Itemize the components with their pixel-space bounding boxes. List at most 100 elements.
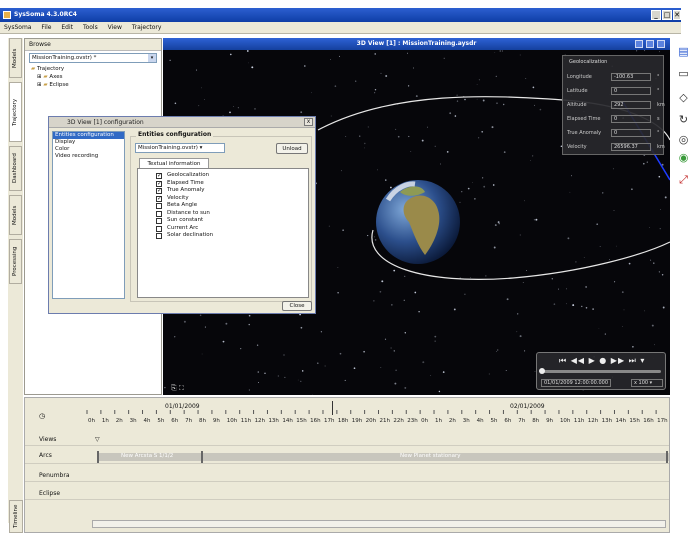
chevron-down-icon[interactable]: ▾ xyxy=(148,54,156,62)
check-velocity[interactable]: ✓ Velocity xyxy=(138,195,308,203)
tree-item[interactable]: ▰ Trajectory xyxy=(31,65,161,73)
hour-label: 8h xyxy=(532,418,539,424)
tab-processing[interactable]: Processing xyxy=(9,239,22,284)
star xyxy=(248,314,251,317)
tab-trajectory[interactable]: Trajectory xyxy=(9,82,22,142)
views-marker[interactable]: ▽ xyxy=(95,434,100,446)
menu-edit[interactable]: Edit xyxy=(57,22,77,34)
globe-icon[interactable]: ◉ xyxy=(676,150,691,165)
speed-select[interactable]: x 100 ▾ xyxy=(631,379,663,387)
menu-view[interactable]: View xyxy=(104,22,126,34)
checkbox[interactable]: ✓ xyxy=(156,188,162,194)
checkbox[interactable] xyxy=(156,225,162,232)
star xyxy=(379,290,382,293)
checkbox[interactable]: ✓ xyxy=(156,180,162,187)
playback-buttons[interactable]: ⏮ ◀◀ ▶ ● ▶▶ ⏭ ▾ xyxy=(559,356,645,366)
timeline-scrollbar[interactable] xyxy=(92,520,666,528)
window-icon[interactable]: ▭ xyxy=(676,66,691,81)
expand-icon[interactable]: ⊞ xyxy=(37,74,42,80)
star xyxy=(495,351,497,352)
rotate-icon[interactable]: ↻ xyxy=(676,112,691,127)
check-sun-constant[interactable]: Sun constant xyxy=(138,217,308,225)
view-restore-button[interactable] xyxy=(646,40,654,48)
anomaly-field[interactable]: 0 xyxy=(611,129,651,137)
close-window-button[interactable]: ✕ xyxy=(673,10,681,20)
longitude-field[interactable]: -100.63 xyxy=(611,73,651,81)
geo-row-longitude: Longitude -100.63 ° xyxy=(567,73,660,81)
star xyxy=(658,175,661,178)
panel-icon[interactable]: ▤ xyxy=(676,44,691,59)
tab-dashboard[interactable]: Dashboard xyxy=(9,146,22,191)
star xyxy=(604,333,606,335)
hour-label: 5h xyxy=(491,418,498,424)
list-item[interactable]: Display xyxy=(53,139,124,146)
menu-syssoma[interactable]: SysSoma xyxy=(0,22,36,34)
star xyxy=(337,267,339,268)
list-item[interactable]: Entities configuration xyxy=(53,132,124,139)
list-item[interactable]: Color xyxy=(53,146,124,153)
tab-models[interactable]: Models xyxy=(9,38,22,78)
hour-label: 10h xyxy=(560,418,571,424)
latitude-field[interactable]: 0 xyxy=(611,87,651,95)
close-icon[interactable]: x xyxy=(304,118,313,126)
camera-icon[interactable]: ⎘ ⛶ xyxy=(171,384,184,392)
arc-marker[interactable] xyxy=(666,451,668,463)
maximize-button[interactable]: □ xyxy=(662,10,672,20)
check-solar-declination[interactable]: Solar declination xyxy=(138,232,308,240)
star xyxy=(434,145,436,147)
tree-item[interactable]: ⊞ ▰ Eclipse xyxy=(31,81,161,89)
arc-marker[interactable] xyxy=(201,451,203,463)
close-dialog-button[interactable]: Close xyxy=(282,301,312,311)
view-close-button[interactable] xyxy=(657,40,665,48)
check-true-anomaly[interactable]: ✓ True Anomaly xyxy=(138,187,308,195)
star xyxy=(615,245,617,247)
time-slider[interactable] xyxy=(539,368,661,374)
star xyxy=(570,175,572,177)
expand-icon[interactable]: ⊞ xyxy=(37,82,42,88)
checkbox[interactable] xyxy=(156,210,162,217)
checkbox[interactable] xyxy=(156,203,162,209)
checkbox[interactable] xyxy=(156,233,162,239)
current-date-field[interactable]: 01/01/2009 12:00:00.000 xyxy=(541,379,611,387)
arc-marker[interactable] xyxy=(97,451,99,463)
timeline-ruler[interactable]: 0h 1h 2h 3h 4h 5h 6h 7h 8h 9h 10h 11h 12h 13h 14h 15h 16… xyxy=(85,408,670,428)
arc-label-1[interactable]: New Arcsta S 1/1/2 xyxy=(121,450,173,462)
menu-trajectory[interactable]: Trajectory xyxy=(128,22,166,34)
check-beta-angle[interactable]: Beta Angle xyxy=(138,202,308,210)
checkbox[interactable]: ✓ xyxy=(156,195,162,202)
star xyxy=(438,390,441,393)
check-geolocalization[interactable]: ✓ Geolocalization xyxy=(138,172,308,180)
minimize-button[interactable]: _ xyxy=(651,10,661,20)
check-distance-sun[interactable]: Distance to sun xyxy=(138,210,308,218)
check-current-arc[interactable]: Current Arc xyxy=(138,225,308,233)
star xyxy=(222,340,225,343)
velocity-field[interactable]: 26596.37 xyxy=(611,143,651,151)
checkbox[interactable]: ✓ xyxy=(156,173,162,179)
star xyxy=(404,332,406,334)
star xyxy=(355,80,357,82)
tab-timeline[interactable]: Timeline xyxy=(9,500,23,533)
menu-file[interactable]: File xyxy=(37,22,55,34)
check-elapsed-time[interactable]: ✓ Elapsed Time xyxy=(138,180,308,188)
eraser-icon[interactable]: ◇ xyxy=(676,90,691,105)
view-minimize-button[interactable] xyxy=(635,40,643,48)
tab-models-2[interactable]: Models xyxy=(9,195,22,235)
elapsed-field[interactable]: 0 xyxy=(611,115,651,123)
axes-icon[interactable]: ⤢ xyxy=(676,172,691,187)
tree-item[interactable]: ⊞ ▰ Axes xyxy=(31,73,161,81)
menu-tools[interactable]: Tools xyxy=(79,22,102,34)
slider-handle[interactable] xyxy=(539,368,545,374)
row-views: Views ▽ xyxy=(25,434,669,446)
tab-textual-information[interactable]: Textual information xyxy=(139,158,209,168)
star xyxy=(418,310,420,313)
mission-select[interactable]: MissionTraining.ovstr) * ▾ xyxy=(29,53,157,63)
altitude-field[interactable]: 292 xyxy=(611,101,651,109)
list-item[interactable]: Video recording xyxy=(53,153,124,160)
target-icon[interactable]: ◎ xyxy=(676,132,691,147)
entity-select[interactable]: MissionTraining.ovstr) ▾ xyxy=(135,143,225,153)
unload-button[interactable]: Unload xyxy=(276,143,308,154)
arc-label-2[interactable]: New Planet stationary xyxy=(400,450,461,462)
checkbox[interactable] xyxy=(156,218,162,224)
star xyxy=(613,209,615,212)
time-cursor[interactable] xyxy=(332,401,333,415)
